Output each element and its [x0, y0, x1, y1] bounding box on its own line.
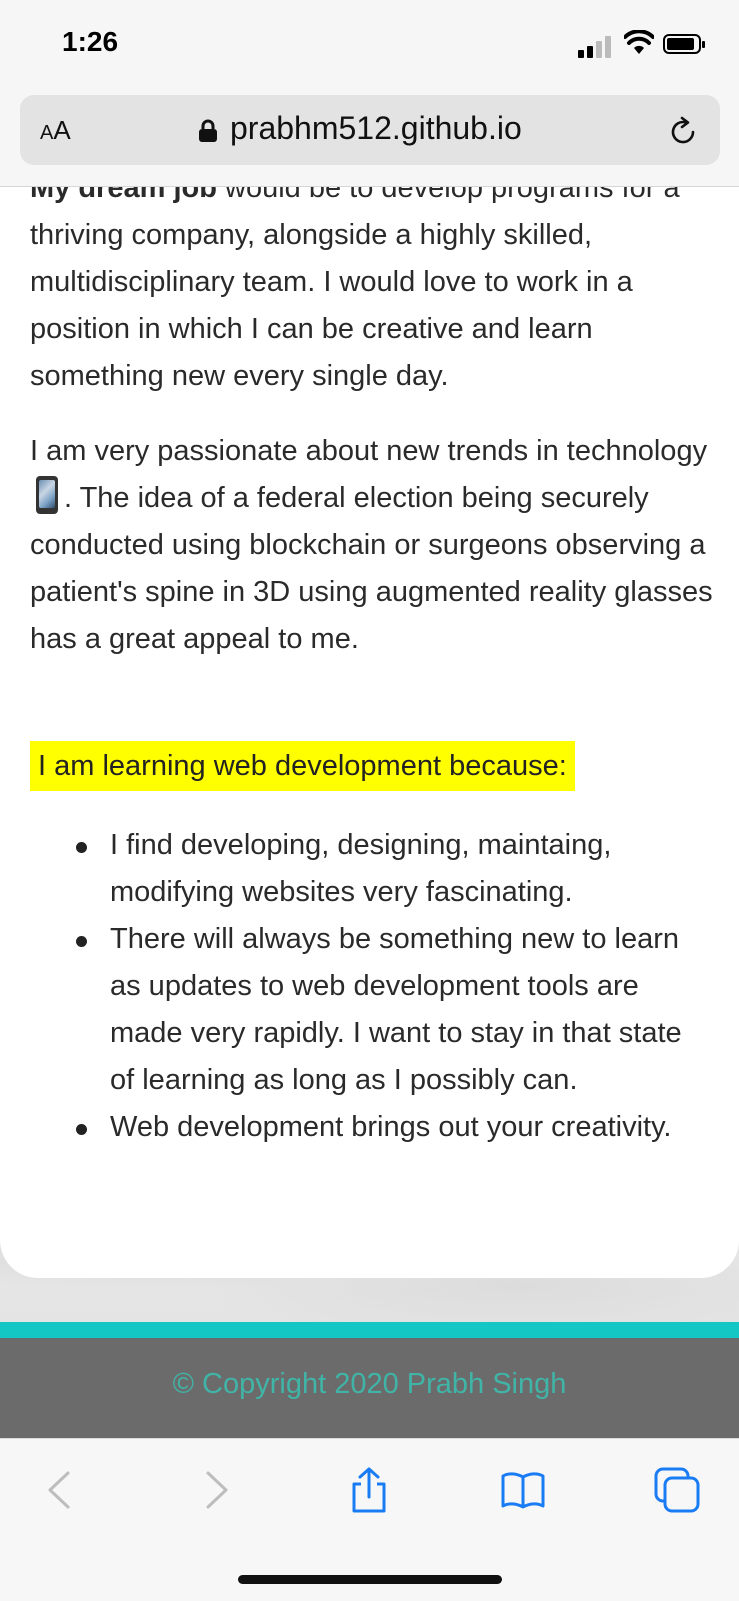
dream-job-text: would be to develop programs for a thriv…	[30, 172, 680, 392]
highlighted-heading: I am learning web development because:	[30, 741, 575, 791]
reload-icon[interactable]	[666, 115, 700, 149]
passion-paragraph: I am very passionate about new trends in…	[30, 428, 720, 663]
share-icon[interactable]	[346, 1467, 392, 1513]
content-card: My dream job would be to develop program…	[0, 0, 739, 1278]
passion-text-start: I am very passionate about new trends in…	[30, 435, 708, 467]
back-icon[interactable]	[38, 1467, 84, 1513]
battery-icon	[663, 34, 705, 54]
text-size-button[interactable]: AA	[40, 115, 71, 146]
cellular-signal-icon	[578, 34, 614, 58]
list-item: I find developing, designing, maintaing,…	[76, 822, 710, 916]
phone-emoji-icon	[36, 476, 58, 514]
browser-top-bar: 1:26 AA prabhm512.github.io	[0, 0, 739, 187]
dream-job-paragraph: My dream job would be to develop program…	[30, 165, 720, 400]
address-bar[interactable]: AA prabhm512.github.io	[20, 95, 720, 165]
tabs-icon[interactable]	[654, 1467, 700, 1513]
home-indicator[interactable]	[238, 1575, 502, 1584]
copyright-text: © Copyright 2020 Prabh Singh	[172, 1368, 567, 1400]
bookmarks-icon[interactable]	[500, 1467, 546, 1513]
passion-text-end: . The idea of a federal election being s…	[30, 482, 713, 655]
status-time: 1:26	[62, 26, 119, 57]
reasons-list: I find developing, designing, maintaing,…	[30, 822, 710, 1151]
lock-icon	[199, 119, 217, 142]
list-item: Web development brings out your creativi…	[76, 1104, 710, 1151]
footer-accent-bar	[0, 1322, 739, 1338]
forward-icon[interactable]	[192, 1467, 238, 1513]
page-footer: © Copyright 2020 Prabh Singh	[0, 1338, 739, 1438]
url-text[interactable]: prabhm512.github.io	[230, 110, 522, 147]
wifi-icon	[624, 30, 654, 54]
list-item: There will always be something new to le…	[76, 916, 710, 1104]
